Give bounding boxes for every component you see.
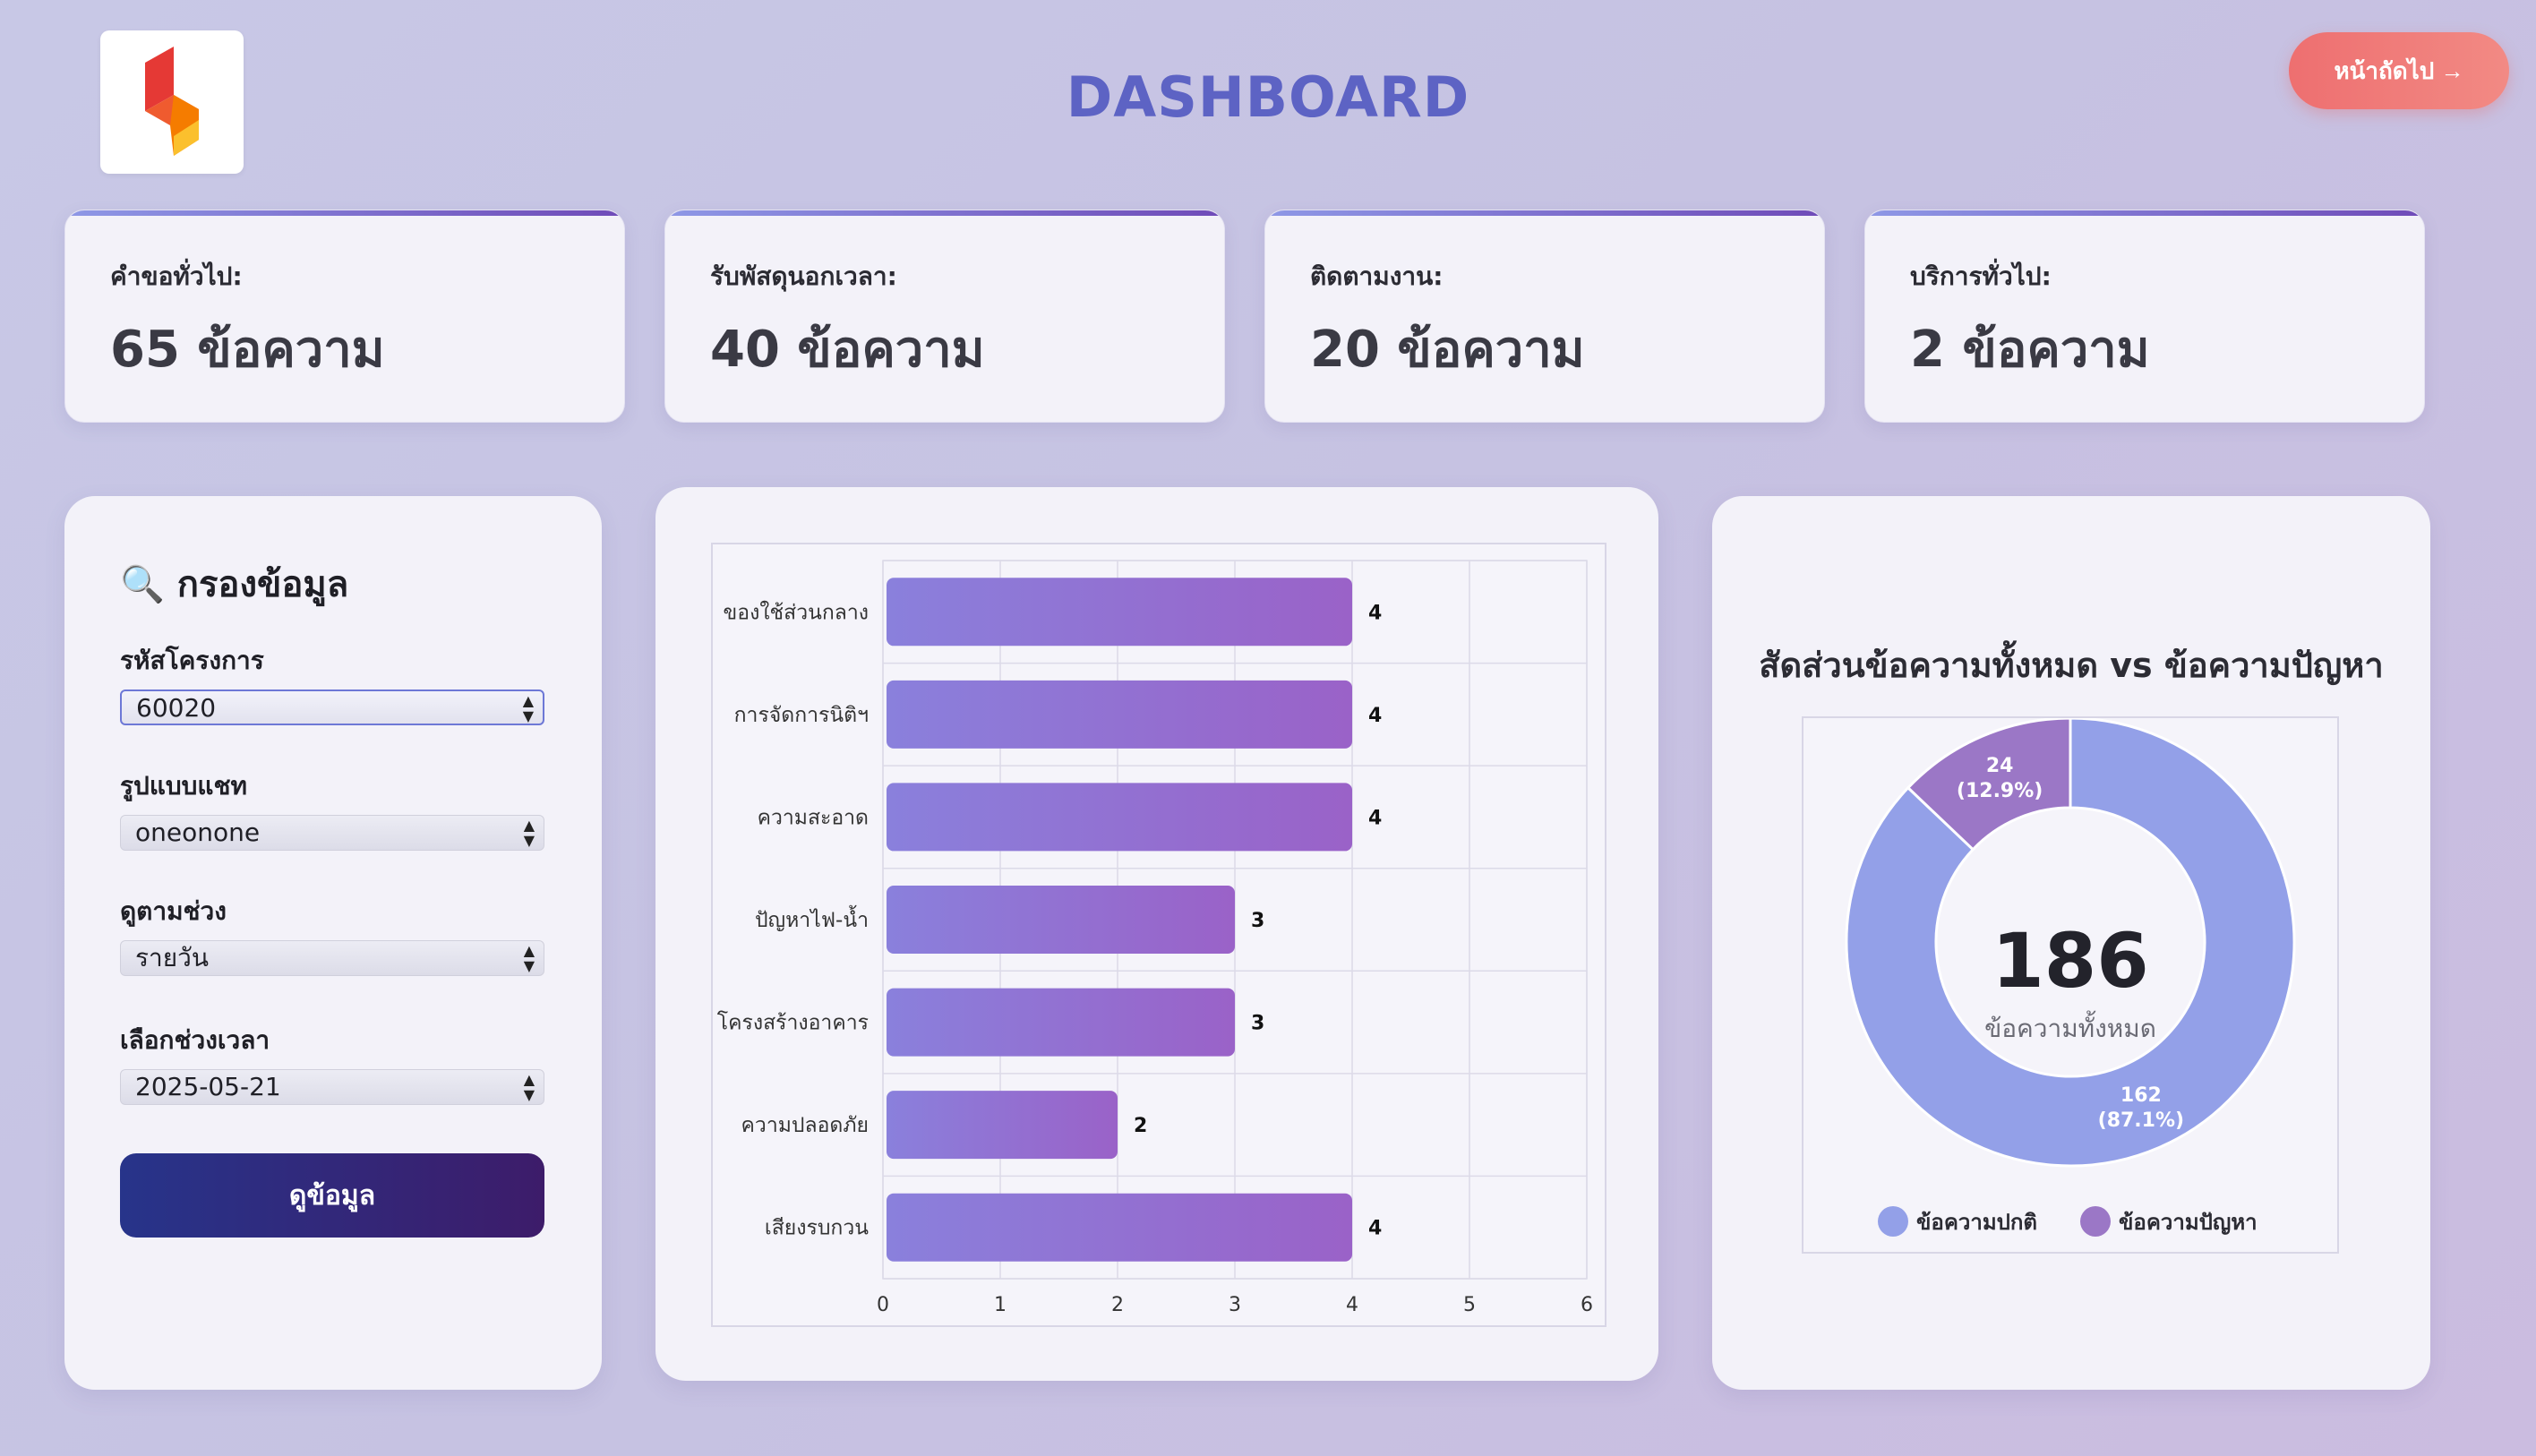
donut-chart-title: สัดส่วนข้อความทั้งหมด vs ข้อความปัญหา xyxy=(1759,646,2384,685)
category-label: เสียงรบกวน xyxy=(765,1217,869,1240)
slice-value-label: 24 xyxy=(1986,755,2014,777)
legend-swatch xyxy=(2080,1206,2111,1237)
stat-label: คำขอทั่วไป: xyxy=(110,261,243,291)
filter-panel: 🔍 กรองข้อมูล รหัสโครงการ 60020 ▲ ▼ รูปแบบ… xyxy=(64,496,602,1390)
x-tick-label: 6 xyxy=(1581,1294,1593,1316)
bar-chart: 0 1 2 3 4 5 6 ของใช้ส่วนกลาง 4 การจัดการนิติฯ 4 ควา… xyxy=(717,560,1593,1316)
period-label: เลือกช่วงเวลา xyxy=(120,1025,270,1055)
bar-value-label: 4 xyxy=(1368,1218,1382,1240)
legend-swatch xyxy=(1878,1206,1908,1237)
bar xyxy=(887,988,1235,1057)
bar-chart-frame: 0 1 2 3 4 5 6 ของใช้ส่วนกลาง 4 การจัดการนิติฯ 4 ควา… xyxy=(711,543,1606,1327)
select-arrows-icon: ▲ ▼ xyxy=(523,1071,535,1103)
legend-label: ข้อความปกติ xyxy=(1916,1210,2037,1235)
category-label: ของใช้ส่วนกลาง xyxy=(724,600,869,624)
period-select[interactable]: 2025-05-21 ▲ ▼ xyxy=(120,1069,544,1105)
bar-value-label: 4 xyxy=(1368,602,1382,624)
stat-value: 65 ข้อความ xyxy=(110,321,385,379)
filter-title: 🔍 กรองข้อมูล xyxy=(120,564,349,605)
bar xyxy=(887,1193,1352,1262)
stat-card-general-services: บริการทั่วไป: 2 ข้อความ xyxy=(1864,210,2425,423)
range-select[interactable]: รายวัน ▲ ▼ xyxy=(120,940,544,976)
bar xyxy=(887,783,1352,852)
page-title: DASHBOARD xyxy=(1066,64,1470,130)
bar-value-label: 3 xyxy=(1251,910,1264,932)
stat-value: 2 ข้อความ xyxy=(1910,321,2150,379)
view-data-button[interactable]: ดูข้อมูล xyxy=(120,1153,544,1238)
next-page-button[interactable]: หน้าถัดไป → xyxy=(2289,32,2509,109)
donut-chart: 162(87.1%) 24 (12.9%) 186 ข้อความทั้งหมด ข… xyxy=(1845,716,2296,1237)
bar xyxy=(887,680,1352,749)
x-tick-label: 5 xyxy=(1463,1294,1476,1316)
select-arrows-icon: ▲ ▼ xyxy=(523,942,535,974)
x-tick-label: 0 xyxy=(877,1294,889,1316)
donut-chart-frame: 162 (87.1%) 24 (12.9%) 186 ข้อความทั้งหมด ข… xyxy=(1802,716,2339,1254)
period-value: 2025-05-21 xyxy=(135,1072,281,1101)
slice-percent-label: (87.1%) xyxy=(2098,1109,2184,1132)
category-label: ความสะอาด xyxy=(758,806,869,829)
category-label: การจัดการนิติฯ xyxy=(734,704,869,727)
stat-value: 20 ข้อความ xyxy=(1310,321,1585,379)
bar-chart-panel: 0 1 2 3 4 5 6 ของใช้ส่วนกลาง 4 การจัดการนิติฯ 4 ควา… xyxy=(655,487,1658,1381)
range-label: ดูตามช่วง xyxy=(120,896,227,926)
chat-type-label: รูปแบบแชท xyxy=(120,771,247,801)
stat-value: 40 ข้อความ xyxy=(710,321,985,379)
x-tick-label: 2 xyxy=(1111,1294,1124,1316)
donut-center-label: ข้อความทั้งหมด xyxy=(1984,1010,2156,1043)
stat-label: รับพัสดุนอกเวลา: xyxy=(710,261,897,291)
project-code-label: รหัสโครงการ xyxy=(120,646,264,675)
category-label: ความปลอดภัย xyxy=(741,1114,869,1137)
stat-label: บริการทั่วไป: xyxy=(1910,261,2052,291)
x-tick-label: 1 xyxy=(994,1294,1007,1316)
stat-card-general-requests: คำขอทั่วไป: 65 ข้อความ xyxy=(64,210,625,423)
bar-value-label: 4 xyxy=(1368,705,1382,727)
range-value: รายวัน xyxy=(135,943,210,972)
stat-card-parcel-after-hours: รับพัสดุนอกเวลา: 40 ข้อความ xyxy=(664,210,1225,423)
category-label: โครงสร้างอาคาร xyxy=(717,1011,869,1035)
category-label: ปัญหาไฟ-น้ำ xyxy=(755,905,869,932)
project-code-select[interactable]: 60020 ▲ ▼ xyxy=(120,689,544,725)
donut-center-value: 186 xyxy=(1992,917,2148,1005)
chat-type-value: oneonone xyxy=(135,818,261,847)
bar-value-label: 4 xyxy=(1368,807,1382,829)
stat-label: ติดตามงาน: xyxy=(1310,261,1444,291)
select-arrows-icon: ▲ ▼ xyxy=(523,817,535,849)
stat-card-follow-up: ติดตามงาน: 20 ข้อความ xyxy=(1264,210,1825,423)
bar xyxy=(887,886,1235,954)
x-tick-label: 4 xyxy=(1346,1294,1358,1316)
slice-value-label: 162 xyxy=(2120,1084,2162,1107)
bar-value-label: 3 xyxy=(1251,1013,1264,1035)
bar-value-label: 2 xyxy=(1134,1115,1147,1137)
bar xyxy=(887,578,1352,647)
x-tick-label: 3 xyxy=(1229,1294,1241,1316)
bar xyxy=(887,1091,1118,1160)
slice-percent-label: (12.9%) xyxy=(1957,780,2043,802)
project-code-value: 60020 xyxy=(136,693,217,723)
donut-chart-panel: สัดส่วนข้อความทั้งหมด vs ข้อความปัญหา 16… xyxy=(1712,496,2430,1390)
select-arrows-icon: ▲ ▼ xyxy=(522,692,534,724)
chat-type-select[interactable]: oneonone ▲ ▼ xyxy=(120,815,544,851)
legend-label: ข้อความปัญหา xyxy=(2119,1210,2258,1235)
